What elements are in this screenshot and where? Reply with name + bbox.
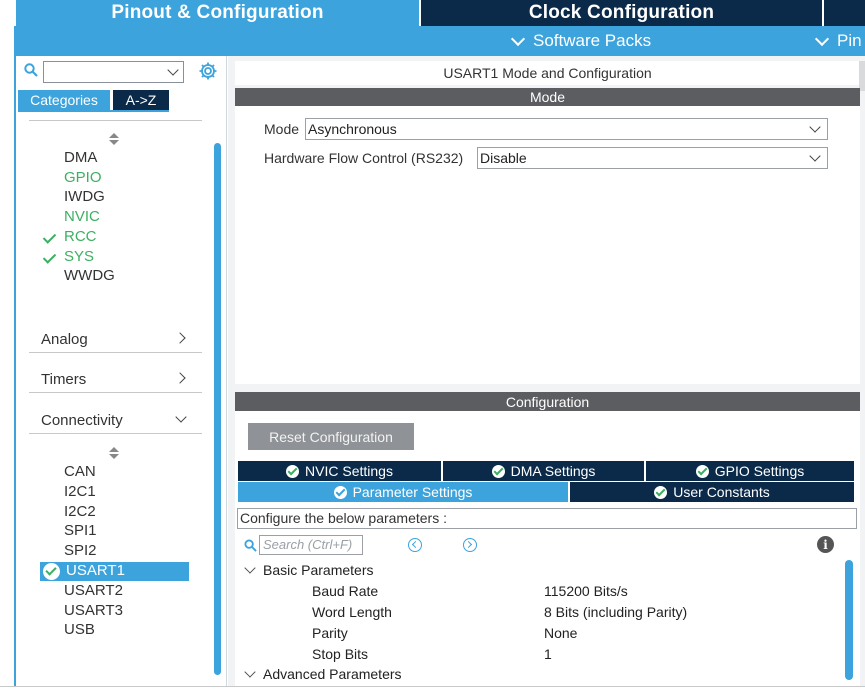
chevron-down-icon[interactable]: [167, 64, 179, 76]
tab-nvic-settings[interactable]: NVIC Settings: [238, 461, 442, 481]
check-circle-icon: [491, 464, 505, 478]
sidebar-item-iwdg[interactable]: IWDG: [64, 187, 105, 207]
software-packs-menu[interactable]: Software Packs: [510, 31, 652, 51]
pinout-menu-label: Pin: [837, 31, 862, 50]
check-circle-icon: [286, 464, 300, 478]
param-value[interactable]: 8 Bits (including Parity): [544, 604, 687, 620]
chevron-down-icon: [814, 31, 830, 46]
sort-icon[interactable]: [109, 132, 119, 146]
sidebar-item-i2c2[interactable]: I2C2: [64, 502, 96, 522]
mode-select-value: Asynchronous: [308, 121, 397, 137]
group-analog[interactable]: Analog: [29, 327, 202, 353]
advanced-parameters-group[interactable]: Advanced Parameters: [263, 666, 402, 682]
divider: [29, 120, 202, 121]
sidebar-item-sys[interactable]: SYS: [64, 247, 94, 267]
sidebar-item-usb[interactable]: USB: [64, 620, 95, 640]
search-icon: [24, 63, 38, 77]
mode-header: Mode: [235, 88, 860, 106]
sidebar-item-spi2[interactable]: SPI2: [64, 541, 97, 561]
tab-gpio-label: GPIO Settings: [714, 463, 805, 479]
tab-user-constants-label: User Constants: [673, 484, 770, 500]
tab-gpio-settings[interactable]: GPIO Settings: [646, 461, 855, 481]
check-circle-icon: [654, 485, 668, 499]
group-analog-label: Analog: [41, 331, 88, 348]
info-icon[interactable]: i: [817, 536, 834, 553]
flow-control-select[interactable]: Disable: [477, 147, 828, 169]
sidebar-item-i2c1[interactable]: I2C1: [64, 482, 96, 502]
sidebar-item-nvic[interactable]: NVIC: [64, 207, 100, 227]
param-name: Word Length: [312, 604, 392, 620]
chevron-down-icon: [510, 31, 526, 46]
sidebar-item-dma[interactable]: DMA: [64, 148, 97, 168]
param-name: Baud Rate: [312, 583, 379, 599]
sidebar-item-spi1[interactable]: SPI1: [64, 521, 97, 541]
parameters-info: Configure the below parameters :: [237, 508, 857, 529]
tab-params-label: Parameter Settings: [352, 484, 473, 500]
mode-config-title: USART1 Mode and Configuration: [235, 61, 860, 85]
group-timers[interactable]: Timers: [29, 367, 202, 393]
tab-dma-label: DMA Settings: [510, 463, 596, 479]
previous-match-icon[interactable]: [408, 538, 422, 552]
sidebar-item-wwdg[interactable]: WWDG: [64, 266, 115, 286]
tab-nvic-label: NVIC Settings: [305, 463, 393, 479]
left-scrollbar-thumb[interactable]: [214, 143, 221, 675]
sidebar-item-usart1[interactable]: USART1: [66, 561, 125, 581]
check-circle-icon: [695, 464, 709, 478]
tab-user-constants[interactable]: User Constants: [570, 482, 855, 502]
chevron-right-icon: [174, 332, 186, 344]
software-packs-label: Software Packs: [533, 31, 652, 50]
a-z-tab[interactable]: A->Z: [113, 90, 169, 110]
sidebar-item-usart2[interactable]: USART2: [64, 581, 123, 601]
chevron-down-icon: [809, 150, 821, 162]
basic-parameters-group[interactable]: Basic Parameters: [263, 562, 373, 578]
chevron-down-icon: [809, 121, 821, 133]
group-connectivity-label: Connectivity: [41, 412, 123, 429]
sidebar-item-gpio[interactable]: GPIO: [64, 168, 102, 188]
checkmark-icon: [44, 227, 58, 247]
category-search-combo[interactable]: [43, 61, 184, 83]
flow-control-value: Disable: [480, 150, 527, 166]
tab-pinout-configuration[interactable]: Pinout & Configuration: [16, 0, 419, 26]
tab-extra[interactable]: [824, 0, 865, 26]
parameter-scrollbar-thumb[interactable]: [845, 560, 853, 680]
sidebar-item-usart3[interactable]: USART3: [64, 601, 123, 621]
param-value[interactable]: 115200 Bits/s: [544, 583, 628, 599]
categories-tab[interactable]: Categories: [18, 90, 110, 110]
checkmark-icon: [44, 247, 58, 267]
search-icon: [244, 539, 257, 552]
chevron-down-icon: [175, 411, 187, 423]
sidebar-item-rcc[interactable]: RCC: [64, 227, 97, 247]
status-bar: [0, 686, 865, 697]
param-value[interactable]: 1: [544, 646, 552, 662]
reset-configuration-button[interactable]: Reset Configuration: [248, 423, 414, 450]
param-name: Parity: [312, 625, 348, 641]
check-circle-icon: [43, 563, 60, 580]
gear-icon[interactable]: [198, 61, 218, 81]
next-match-icon[interactable]: [463, 538, 477, 552]
param-value[interactable]: None: [544, 625, 577, 641]
param-name: Stop Bits: [312, 646, 369, 662]
mode-select[interactable]: Asynchronous: [305, 118, 828, 140]
sub-toolbar: [16, 26, 865, 56]
tab-clock-configuration[interactable]: Clock Configuration: [421, 0, 822, 26]
tab-underline: [18, 110, 169, 112]
mode-label: Mode: [264, 121, 300, 137]
sidebar-item-can[interactable]: CAN: [64, 462, 96, 482]
configuration-header: Configuration: [235, 392, 860, 411]
group-timers-label: Timers: [41, 371, 87, 388]
pinout-menu[interactable]: Pin: [814, 31, 862, 51]
flow-control-label: Hardware Flow Control (RS232): [264, 150, 464, 166]
stm32cubemx-window: Pinout & Configuration Clock Configurati…: [0, 0, 865, 697]
tab-parameter-settings[interactable]: Parameter Settings: [238, 482, 569, 502]
sort-icon[interactable]: [109, 446, 119, 460]
parameter-search-input[interactable]: Search (Ctrl+F): [259, 535, 363, 555]
right-scrollbar[interactable]: [859, 61, 865, 91]
tab-dma-settings[interactable]: DMA Settings: [443, 461, 645, 481]
chevron-right-icon: [174, 372, 186, 384]
check-circle-icon: [333, 485, 347, 499]
group-connectivity[interactable]: Connectivity: [29, 408, 202, 434]
